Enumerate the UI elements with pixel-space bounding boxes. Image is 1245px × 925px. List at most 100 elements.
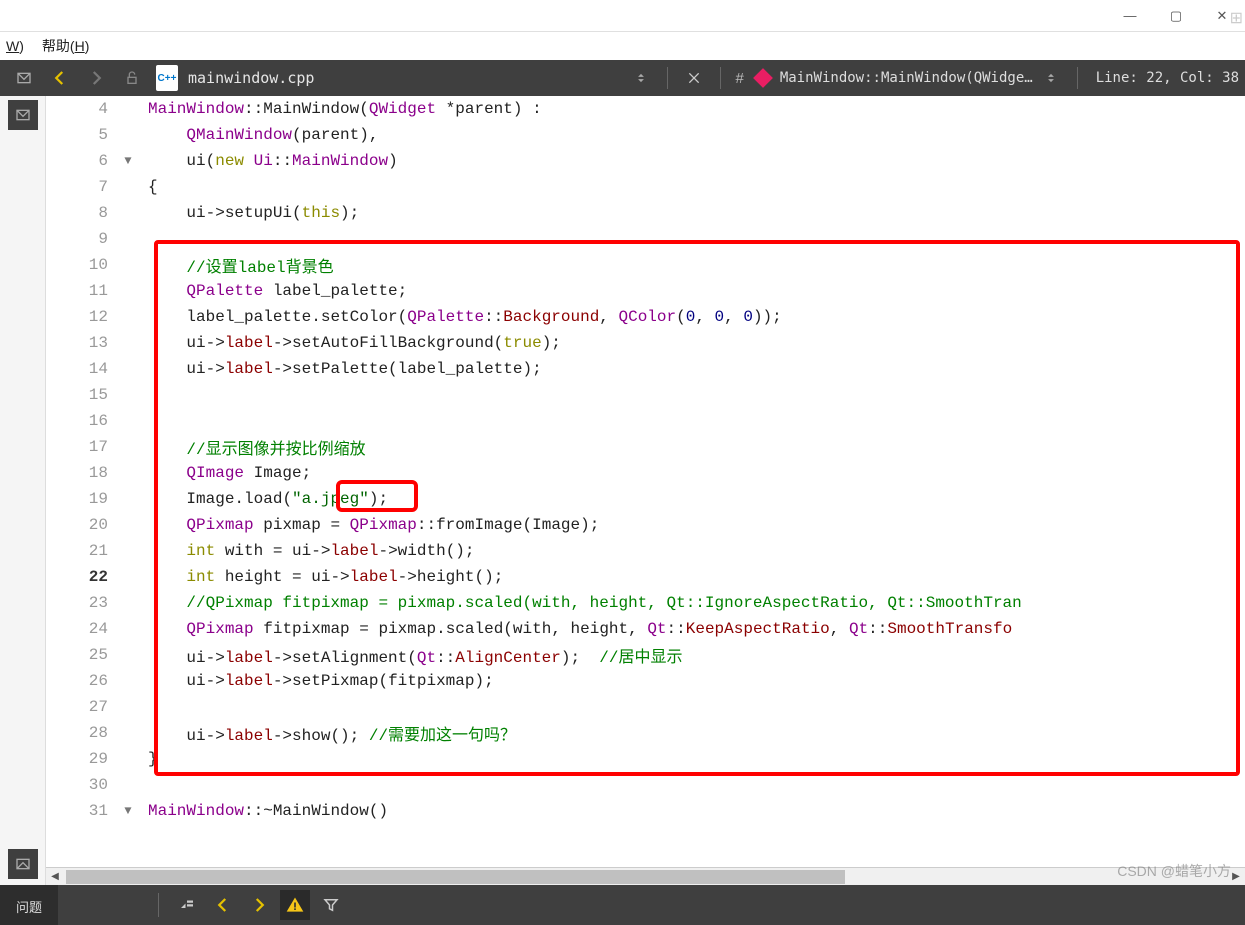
- nav-forward-button[interactable]: [81, 63, 111, 93]
- issues-tab[interactable]: 问题: [0, 885, 58, 925]
- horizontal-scrollbar[interactable]: ◀ ▶: [46, 867, 1245, 885]
- code-line[interactable]: 6▼ ui(new Ui::MainWindow): [46, 148, 1245, 174]
- code-line[interactable]: 25 ui->label->setAlignment(Qt::AlignCent…: [46, 642, 1245, 668]
- code-text[interactable]: Image.load("a.jpeg");: [144, 490, 388, 508]
- line-number: 13: [46, 334, 118, 352]
- split-view-icon[interactable]: ⊞: [1230, 8, 1243, 28]
- code-line[interactable]: 11 QPalette label_palette;: [46, 278, 1245, 304]
- code-line[interactable]: 9: [46, 226, 1245, 252]
- sidebar-top-button[interactable]: [8, 100, 38, 130]
- code-line[interactable]: 29}: [46, 746, 1245, 772]
- code-text[interactable]: ui->label->show(); //需要加这一句吗？: [144, 721, 516, 745]
- line-number: 23: [46, 594, 118, 612]
- code-text[interactable]: label_palette.setColor(QPalette::Backgro…: [144, 308, 782, 326]
- fold-indicator[interactable]: ▼: [118, 154, 138, 168]
- line-number: 15: [46, 386, 118, 404]
- code-line[interactable]: 24 QPixmap fitpixmap = pixmap.scaled(wit…: [46, 616, 1245, 642]
- cursor-position-label[interactable]: Line: 22, Col: 38: [1096, 70, 1239, 86]
- line-number: 10: [46, 256, 118, 274]
- code-line[interactable]: 13 ui->label->setAutoFillBackground(true…: [46, 330, 1245, 356]
- line-number: 29: [46, 750, 118, 768]
- code-text[interactable]: ui->label->setPalette(label_palette);: [144, 360, 542, 378]
- next-issue-icon[interactable]: [244, 890, 274, 920]
- maximize-button[interactable]: ▢: [1153, 0, 1199, 32]
- code-text[interactable]: ui->label->setAutoFillBackground(true);: [144, 334, 561, 352]
- code-line[interactable]: 26 ui->label->setPixmap(fitpixmap);: [46, 668, 1245, 694]
- code-line[interactable]: 14 ui->label->setPalette(label_palette);: [46, 356, 1245, 382]
- line-number: 17: [46, 438, 118, 456]
- menu-item-help[interactable]: 帮助(H): [42, 36, 89, 56]
- code-line[interactable]: 31▼ MainWindow::~MainWindow(): [46, 798, 1245, 824]
- lock-icon[interactable]: [117, 63, 147, 93]
- file-indicator[interactable]: C++ mainwindow.cpp: [156, 65, 314, 91]
- code-text[interactable]: int with = ui->label->width();: [144, 542, 475, 560]
- symbol-switcher-icon[interactable]: [1036, 63, 1066, 93]
- code-line[interactable]: 17 //显示图像并按比例缩放: [46, 434, 1245, 460]
- sidebar-bottom-button[interactable]: [8, 849, 38, 879]
- code-line[interactable]: 23 //QPixmap fitpixmap = pixmap.scaled(w…: [46, 590, 1245, 616]
- minimize-button[interactable]: —: [1107, 0, 1153, 32]
- code-text[interactable]: QPixmap fitpixmap = pixmap.scaled(with, …: [144, 620, 1012, 638]
- code-text[interactable]: ui(new Ui::MainWindow): [144, 152, 398, 170]
- filter-icon[interactable]: [316, 890, 346, 920]
- code-text[interactable]: int height = ui->label->height();: [144, 568, 503, 586]
- code-text[interactable]: ui->label->setAlignment(Qt::AlignCenter)…: [144, 643, 683, 667]
- outline-toggle-icon[interactable]: [9, 63, 39, 93]
- prev-issue-icon[interactable]: [208, 890, 238, 920]
- code-text[interactable]: MainWindow::~MainWindow(): [144, 802, 388, 820]
- code-text[interactable]: MainWindow::MainWindow(QWidget *parent) …: [144, 100, 542, 118]
- symbol-name-label[interactable]: MainWindow::MainWindow(QWidge…: [780, 70, 1033, 86]
- code-line[interactable]: 27: [46, 694, 1245, 720]
- watermark-text: CSDN @蜡笔小方: [1117, 861, 1231, 881]
- line-number: 31: [46, 802, 118, 820]
- close-document-icon[interactable]: [679, 63, 709, 93]
- code-text[interactable]: QImage Image;: [144, 464, 311, 482]
- clear-issues-icon[interactable]: [172, 890, 202, 920]
- code-line[interactable]: 21 int with = ui->label->width();: [46, 538, 1245, 564]
- code-line[interactable]: 19 Image.load("a.jpeg");: [46, 486, 1245, 512]
- code-line[interactable]: 4MainWindow::MainWindow(QWidget *parent)…: [46, 96, 1245, 122]
- code-text[interactable]: QMainWindow(parent),: [144, 126, 378, 144]
- code-line[interactable]: 18 QImage Image;: [46, 460, 1245, 486]
- file-switcher-icon[interactable]: [626, 63, 656, 93]
- line-number: 27: [46, 698, 118, 716]
- window-titlebar: — ▢ ✕: [0, 0, 1245, 32]
- line-number: 18: [46, 464, 118, 482]
- line-number: 7: [46, 178, 118, 196]
- code-text[interactable]: ui->setupUi(this);: [144, 204, 359, 222]
- file-type-badge: C++: [156, 65, 178, 91]
- code-line[interactable]: 12 label_palette.setColor(QPalette::Back…: [46, 304, 1245, 330]
- line-number: 14: [46, 360, 118, 378]
- warning-filter-icon[interactable]: [280, 890, 310, 920]
- code-line[interactable]: 22 int height = ui->label->height();: [46, 564, 1245, 590]
- code-line[interactable]: 16: [46, 408, 1245, 434]
- code-line[interactable]: 10 //设置label背景色: [46, 252, 1245, 278]
- line-number: 5: [46, 126, 118, 144]
- code-text[interactable]: }: [144, 750, 158, 768]
- line-number: 20: [46, 516, 118, 534]
- symbol-type-icon: [753, 68, 773, 88]
- code-text[interactable]: ui->label->setPixmap(fitpixmap);: [144, 672, 494, 690]
- code-line[interactable]: 15: [46, 382, 1245, 408]
- nav-back-button[interactable]: [45, 63, 75, 93]
- menu-item-window[interactable]: W): [6, 38, 24, 54]
- code-line[interactable]: 8 ui->setupUi(this);: [46, 200, 1245, 226]
- code-line[interactable]: 28 ui->label->show(); //需要加这一句吗？: [46, 720, 1245, 746]
- code-line[interactable]: 20 QPixmap pixmap = QPixmap::fromImage(I…: [46, 512, 1245, 538]
- line-number: 26: [46, 672, 118, 690]
- mode-sidebar: [0, 96, 46, 885]
- code-text[interactable]: QPixmap pixmap = QPixmap::fromImage(Imag…: [144, 516, 599, 534]
- code-text[interactable]: //设置label背景色: [144, 253, 334, 277]
- code-text[interactable]: {: [144, 178, 158, 196]
- code-line[interactable]: 7{: [46, 174, 1245, 200]
- line-number: 9: [46, 230, 118, 248]
- symbol-hash-icon[interactable]: #: [735, 70, 743, 87]
- code-line[interactable]: 30: [46, 772, 1245, 798]
- code-text[interactable]: //显示图像并按比例缩放: [144, 435, 366, 459]
- code-editor[interactable]: 4MainWindow::MainWindow(QWidget *parent)…: [46, 96, 1245, 885]
- code-text[interactable]: QPalette label_palette;: [144, 282, 407, 300]
- scroll-left-icon[interactable]: ◀: [46, 868, 64, 886]
- fold-indicator[interactable]: ▼: [118, 804, 138, 818]
- code-text[interactable]: //QPixmap fitpixmap = pixmap.scaled(with…: [144, 594, 1022, 612]
- code-line[interactable]: 5 QMainWindow(parent),: [46, 122, 1245, 148]
